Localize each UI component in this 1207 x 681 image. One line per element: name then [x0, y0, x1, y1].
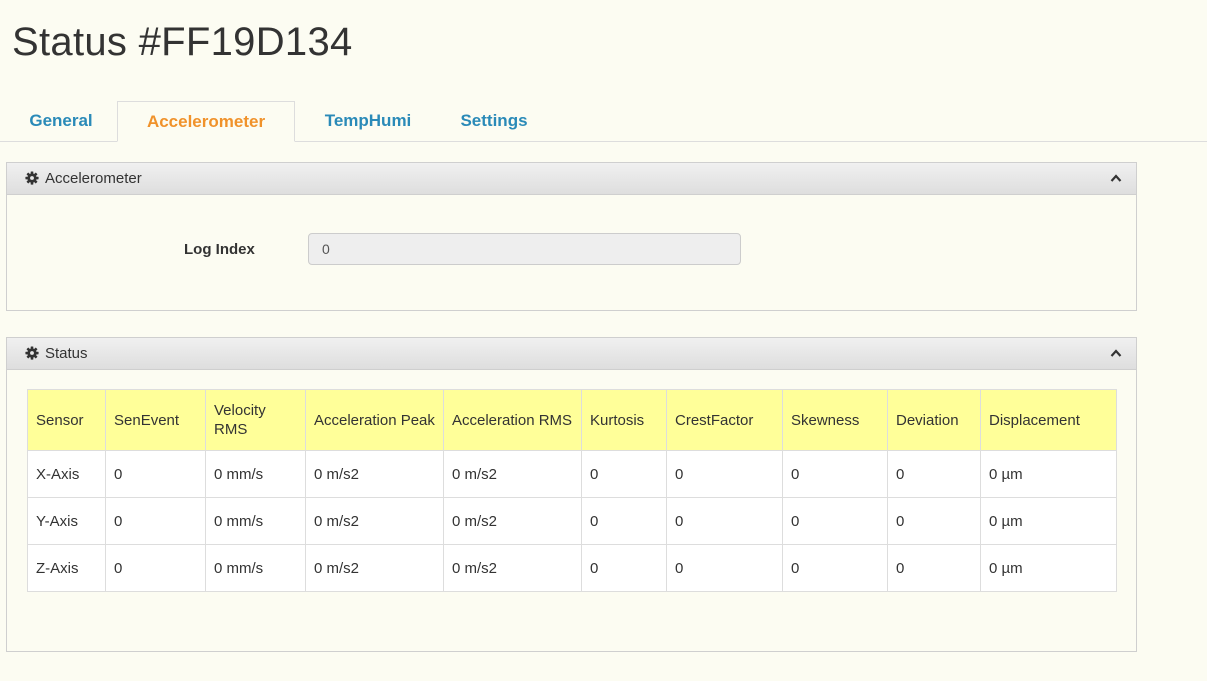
gear-icon [25, 346, 39, 360]
table-cell: 0 mm/s [205, 450, 306, 498]
column-header: CrestFactor [666, 389, 783, 451]
table-row: Y-Axis 0 0 mm/s 0 m/s2 0 m/s2 0 0 0 0 0 … [27, 497, 1117, 545]
table-cell: 0 [581, 497, 667, 545]
table-cell: 0 [581, 544, 667, 592]
chevron-up-icon[interactable] [1110, 348, 1122, 358]
column-header: Velocity RMS [205, 389, 306, 451]
page-title: Status #FF19D134 [12, 20, 353, 64]
table-cell: 0 [105, 497, 206, 545]
tab-accelerometer[interactable]: Accelerometer [117, 101, 295, 142]
table-cell: 0 [105, 544, 206, 592]
table-header-row: Sensor SenEvent Velocity RMS Acceleratio… [27, 389, 1117, 451]
table-cell: 0 m/s2 [443, 450, 582, 498]
table-cell: 0 [887, 497, 981, 545]
table-cell: 0 µm [980, 497, 1117, 545]
table-cell: 0 m/s2 [305, 497, 444, 545]
accelerometer-panel-header[interactable]: Accelerometer [7, 163, 1136, 195]
table-cell: 0 [782, 450, 888, 498]
table-cell: 0 [887, 544, 981, 592]
table-cell: 0 m/s2 [305, 450, 444, 498]
column-header: Sensor [27, 389, 106, 451]
status-table: Sensor SenEvent Velocity RMS Acceleratio… [27, 389, 1117, 592]
table-cell: 0 m/s2 [305, 544, 444, 592]
status-panel-title: Status [45, 345, 88, 362]
table-cell: Z-Axis [27, 544, 106, 592]
table-cell: 0 [666, 497, 783, 545]
column-header: Acceleration RMS [443, 389, 582, 451]
table-row: X-Axis 0 0 mm/s 0 m/s2 0 m/s2 0 0 0 0 0 … [27, 450, 1117, 498]
gear-icon [25, 171, 39, 185]
column-header: Skewness [782, 389, 888, 451]
tab-settings[interactable]: Settings [441, 101, 547, 141]
table-cell: Y-Axis [27, 497, 106, 545]
tab-bar: General Accelerometer TempHumi Settings [0, 101, 1207, 142]
column-header: Acceleration Peak [305, 389, 444, 451]
table-cell: 0 mm/s [205, 497, 306, 545]
table-cell: 0 mm/s [205, 544, 306, 592]
table-cell: 0 [105, 450, 206, 498]
table-row: Z-Axis 0 0 mm/s 0 m/s2 0 m/s2 0 0 0 0 0 … [27, 544, 1117, 592]
accelerometer-panel: Accelerometer Log Index [6, 162, 1137, 311]
status-panel-header[interactable]: Status [7, 338, 1136, 370]
column-header: Deviation [887, 389, 981, 451]
table-cell: 0 m/s2 [443, 544, 582, 592]
table-cell: 0 m/s2 [443, 497, 582, 545]
accelerometer-panel-title: Accelerometer [45, 170, 142, 187]
status-panel: Status Sensor SenEvent Velocity RMS Acce… [6, 337, 1137, 652]
column-header: Displacement [980, 389, 1117, 451]
tab-general[interactable]: General [11, 101, 111, 141]
table-cell: 0 [581, 450, 667, 498]
chevron-up-icon[interactable] [1110, 173, 1122, 183]
table-cell: 0 [782, 544, 888, 592]
log-index-label: Log Index [184, 241, 255, 258]
table-cell: 0 [887, 450, 981, 498]
table-cell: 0 [782, 497, 888, 545]
table-cell: 0 [666, 450, 783, 498]
table-cell: 0 [666, 544, 783, 592]
table-cell: X-Axis [27, 450, 106, 498]
table-cell: 0 µm [980, 544, 1117, 592]
log-index-input[interactable] [308, 233, 741, 265]
tab-temphumi[interactable]: TempHumi [303, 101, 433, 141]
column-header: Kurtosis [581, 389, 667, 451]
column-header: SenEvent [105, 389, 206, 451]
table-cell: 0 µm [980, 450, 1117, 498]
